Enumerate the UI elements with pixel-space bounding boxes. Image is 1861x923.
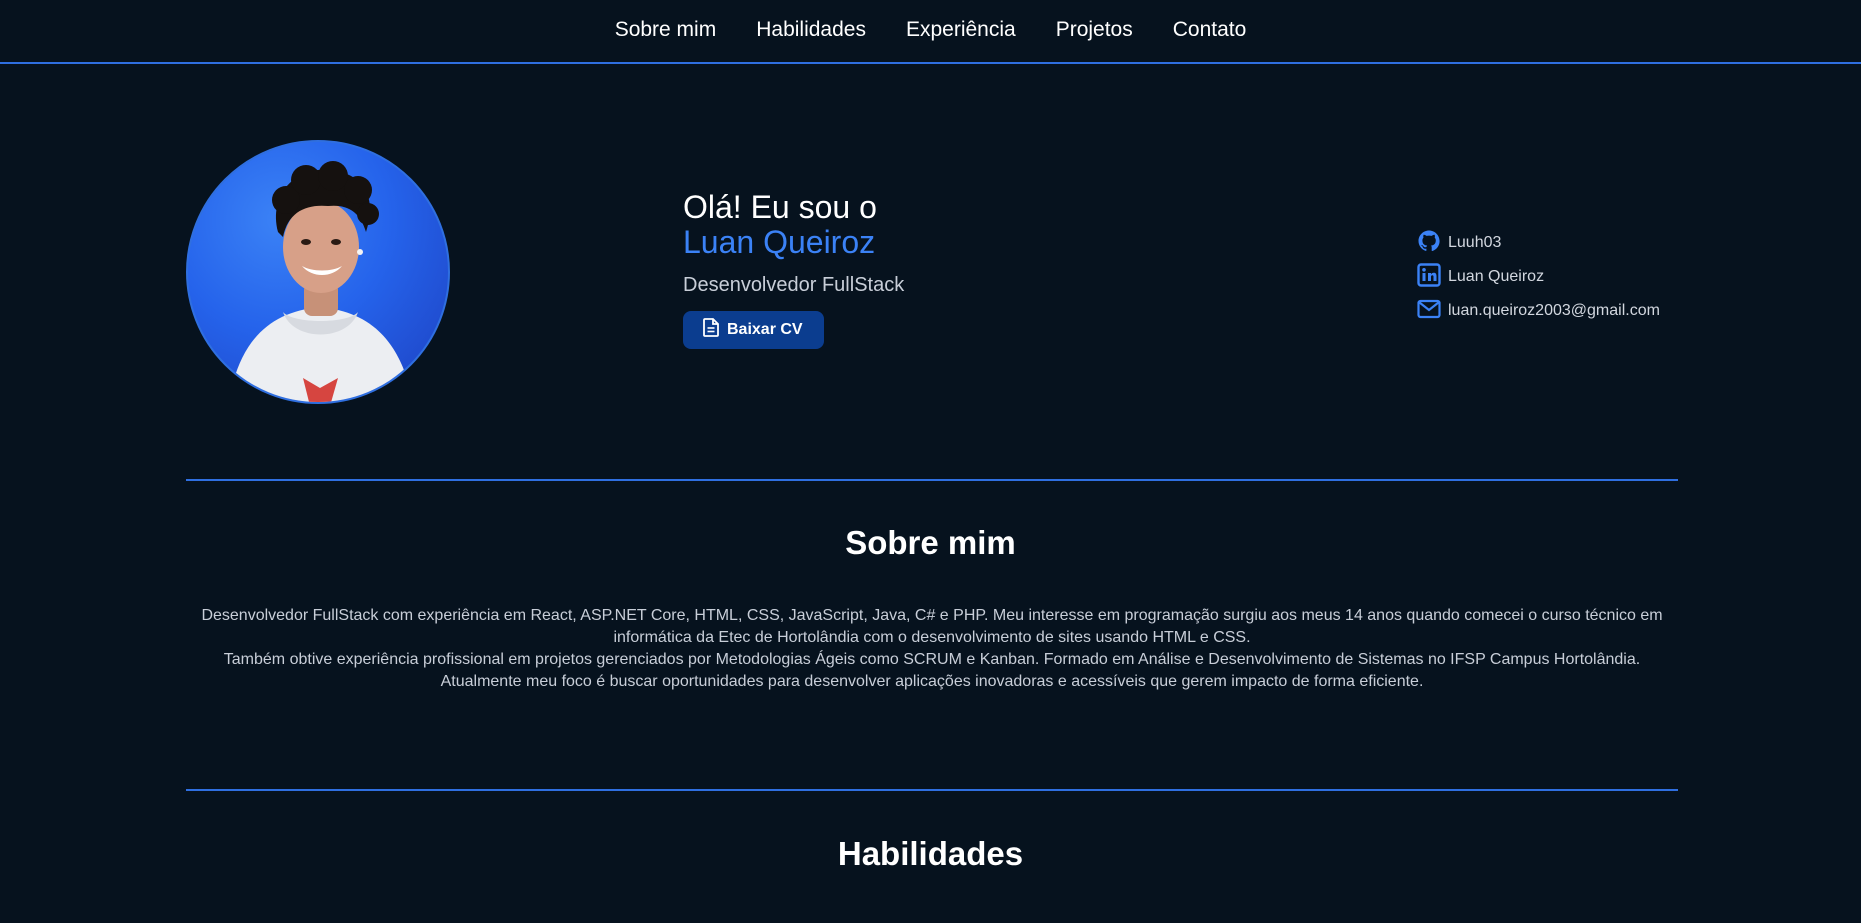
nav-link-habilidades[interactable]: Habilidades xyxy=(756,18,866,44)
file-text-icon xyxy=(703,318,719,342)
top-navigation: Sobre mim Habilidades Experiência Projet… xyxy=(0,0,1861,64)
mail-icon xyxy=(1417,297,1441,326)
section-divider xyxy=(186,789,1678,791)
linkedin-name: Luan Queiroz xyxy=(1448,268,1545,285)
section-divider xyxy=(186,479,1678,481)
nav-link-sobre-mim[interactable]: Sobre mim xyxy=(615,18,717,44)
about-paragraph-3: Atualmente meu foco é buscar oportunidad… xyxy=(440,673,1424,690)
role-text: Desenvolvedor FullStack xyxy=(683,274,905,296)
nav-link-contato[interactable]: Contato xyxy=(1173,18,1247,44)
intro-block: Olá! Eu sou o Luan Queiroz Desenvolvedor… xyxy=(683,190,1083,349)
download-cv-label: Baixar CV xyxy=(727,321,803,338)
email-link[interactable]: luan.queiroz2003@gmail.com xyxy=(1417,294,1687,328)
contact-links: Luuh03 Luan Queiroz luan.queiroz2003@gma… xyxy=(1417,226,1687,328)
nav-link-experiencia[interactable]: Experiência xyxy=(906,18,1016,44)
name-text: Luan Queiroz xyxy=(683,224,876,260)
github-username: Luuh03 xyxy=(1448,234,1502,251)
hero-section: Olá! Eu sou o Luan Queiroz Desenvolvedor… xyxy=(186,140,1678,404)
email-address: luan.queiroz2003@gmail.com xyxy=(1448,302,1660,319)
about-paragraph-1: Desenvolvedor FullStack com experiência … xyxy=(201,607,1663,646)
github-link[interactable]: Luuh03 xyxy=(1417,226,1687,260)
skills-section-title: Habilidades xyxy=(837,835,1024,872)
github-icon xyxy=(1417,229,1441,258)
about-paragraph-2: Também obtive experiência profissional e… xyxy=(223,651,1641,668)
greeting-text: Olá! Eu sou o xyxy=(683,189,877,225)
nav-link-projetos[interactable]: Projetos xyxy=(1056,18,1133,44)
linkedin-icon xyxy=(1417,262,1441,292)
about-text: Desenvolvedor FullStack com experiência … xyxy=(196,605,1668,693)
download-cv-button[interactable]: Baixar CV xyxy=(683,311,824,349)
profile-photo xyxy=(186,140,450,404)
profile-photo-illustration xyxy=(228,161,414,402)
about-section-title: Sobre mim xyxy=(845,524,1016,561)
linkedin-link[interactable]: Luan Queiroz xyxy=(1417,260,1687,294)
